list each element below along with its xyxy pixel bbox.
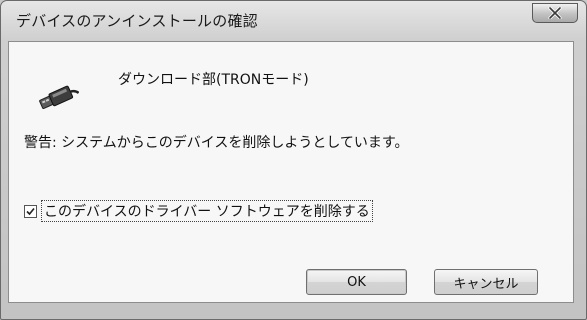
delete-driver-checkbox[interactable] [24,204,37,218]
warning-message: 警告: システムからこのデバイスを削除しようとしています。 [24,135,409,151]
title-bar[interactable]: デバイスのアンインストールの確認 [1,1,586,41]
ok-button[interactable]: OK [306,269,407,295]
checkmark-icon [26,207,35,215]
close-button[interactable] [532,3,578,23]
dialog-body: ダウンロード部(TRONモード) 警告: システムからこのデバイスを削除しようと… [8,41,574,303]
delete-driver-option[interactable]: このデバイスのドライバー ソフトウェアを削除する [24,200,373,222]
close-icon [548,7,562,19]
device-name: ダウンロード部(TRONモード) [118,72,309,88]
window-title: デバイスのアンインストールの確認 [16,12,258,30]
uninstall-device-dialog: デバイスのアンインストールの確認 ダウンロード部(TRONモード) 警告: シス… [0,0,587,320]
delete-driver-label[interactable]: このデバイスのドライバー ソフトウェアを削除する [41,200,373,222]
cancel-button[interactable]: キャンセル [434,269,538,295]
usb-connector-icon [35,80,80,112]
